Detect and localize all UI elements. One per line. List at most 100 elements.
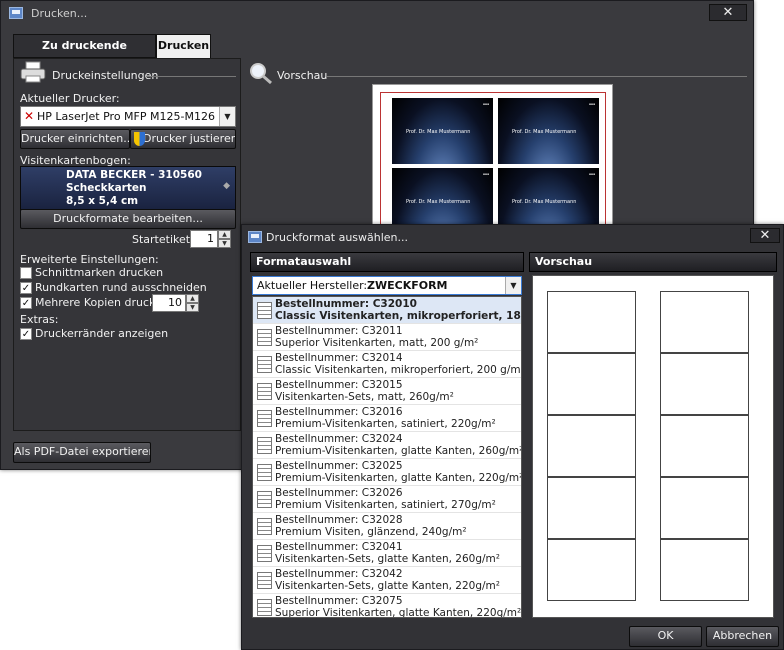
diamond-icon: ◆	[223, 181, 230, 191]
printer-cross-icon: ✕	[24, 109, 35, 123]
format-description: Classic Visitenkarten, mikroperforiert, …	[275, 310, 521, 322]
format-order-number: Bestellnummer: C32041	[275, 541, 403, 553]
format-description: Premium-Visitenkarten, glatte Kanten, 22…	[275, 472, 522, 484]
chevron-down-icon: ▼	[505, 277, 521, 294]
format-description: Premium-Visitenkarten, glatte Kanten, 26…	[275, 445, 522, 457]
close-button[interactable]: ✕	[709, 4, 747, 21]
format-list-item[interactable]: Bestellnummer: C32014 Classic Visitenkart…	[253, 351, 521, 378]
manufacturer-select[interactable]: Aktueller Hersteller: ZWECKFORM ▼	[252, 276, 522, 295]
preview-heading: Vorschau	[277, 69, 328, 82]
start-label-up[interactable]: ▲	[218, 230, 231, 239]
button-label: Drucker justieren...	[143, 132, 236, 145]
tab-cards-to-print[interactable]: Zu druckende Visitenkarten	[13, 34, 156, 74]
close-icon: ✕	[759, 228, 771, 243]
format-order-number: Bestellnummer: C32026	[275, 487, 403, 499]
cancel-button[interactable]: Abbrechen	[706, 626, 779, 647]
label-sheet-icon	[257, 437, 272, 454]
divider	[146, 76, 236, 77]
format-order-number: Bestellnummer: C32011	[275, 325, 403, 337]
format-list[interactable]: Bestellnummer: C32010 Classic Visitenkart…	[252, 296, 522, 618]
preview-card-slot	[660, 539, 749, 601]
sheet-line-3: 8,5 x 5,4 cm	[66, 195, 139, 207]
format-description: Premium-Visitenkarten, satiniert, 220g/m…	[275, 418, 496, 430]
label-sheet-icon	[257, 599, 272, 616]
export-pdf-button[interactable]: Als PDF-Datei exportieren...	[13, 442, 151, 463]
dialog-close-button[interactable]: ✕	[750, 228, 780, 243]
extras-heading: Extras:	[20, 313, 59, 326]
app-icon	[248, 231, 262, 243]
copies-value: 10	[168, 296, 182, 309]
format-list-item[interactable]: Bestellnummer: C32011 Superior Visitenkar…	[253, 324, 521, 351]
copies-input[interactable]: 10	[152, 294, 186, 312]
manufacturer-value: ZWECKFORM	[367, 279, 448, 292]
button-label: Abbrechen	[712, 629, 773, 642]
format-list-item[interactable]: Bestellnummer: C32024 Premium-Visitenkart…	[253, 432, 521, 459]
card-preview: Prof. Dr. Max Mustermann ▪▪▪	[497, 97, 600, 165]
sheet-selector[interactable]: DATA BECKER - 310560 Scheckkarten 8,5 x …	[20, 166, 236, 210]
label-sheet-icon	[257, 410, 272, 427]
cutmarks-checkbox[interactable]	[20, 267, 32, 279]
format-order-number: Bestellnummer: C32025	[275, 460, 403, 472]
preview-card-slot	[660, 477, 749, 539]
dialog-title: Druckformat auswählen...	[266, 231, 409, 244]
format-list-item[interactable]: Bestellnummer: C32010 Classic Visitenkart…	[253, 297, 521, 324]
preview-card-slot	[547, 539, 636, 601]
printer-adjust-button[interactable]: Drucker justieren...	[130, 129, 236, 149]
advanced-heading: Erweiterte Einstellungen:	[20, 253, 159, 266]
cutmarks-label: Schnittmarken drucken	[35, 266, 164, 279]
format-dialog: Druckformat auswählen... ✕ Formatauswahl…	[241, 224, 784, 650]
format-order-number: Bestellnummer: C32075	[275, 595, 403, 607]
tab-print[interactable]: Drucken	[156, 34, 211, 59]
preview-card-slot	[660, 291, 749, 353]
print-window-title: Drucken...	[31, 7, 88, 20]
sheet-line-1: DATA BECKER - 310560	[66, 169, 202, 181]
format-order-number: Bestellnummer: C32042	[275, 568, 403, 580]
label-sheet-icon	[257, 545, 272, 562]
format-list-item[interactable]: Bestellnummer: C32016 Premium-Visitenkart…	[253, 405, 521, 432]
ok-button[interactable]: OK	[629, 626, 702, 647]
settings-heading: Druckeinstellungen	[52, 69, 159, 82]
format-description: Premium Visiten, glänzend, 240g/m²	[275, 526, 467, 538]
format-description: Superior Visitenkarten, glatte Kanten, 2…	[275, 607, 522, 618]
tab-label: Drucken	[157, 39, 210, 52]
printer-select[interactable]: ✕ HP LaserJet Pro MFP M125-M126 P... ▼	[20, 106, 236, 127]
round-cards-label: Rundkarten rund ausschneiden	[35, 281, 207, 294]
printer-margins-checkbox[interactable]: ✓	[20, 328, 32, 340]
format-list-item[interactable]: Bestellnummer: C32028 Premium Visiten, gl…	[253, 513, 521, 540]
manufacturer-label: Aktueller Hersteller:	[257, 279, 368, 292]
sheet-line-2: Scheckkarten	[66, 182, 147, 194]
settings-panel: Druckeinstellungen Aktueller Drucker: ✕ …	[13, 58, 241, 431]
format-list-item[interactable]: Bestellnummer: C32025 Premium-Visitenkart…	[253, 459, 521, 486]
chevron-down-icon: ▼	[219, 107, 235, 126]
printer-value: HP LaserJet Pro MFP M125-M126 P...	[37, 110, 234, 123]
card-preview: Prof. Dr. Max Mustermann ▪▪▪	[391, 97, 494, 165]
format-order-number: Bestellnummer: C32024	[275, 433, 403, 445]
preview-sheet	[547, 291, 757, 603]
start-label-down[interactable]: ▼	[218, 239, 231, 248]
edit-formats-button[interactable]: Druckformate bearbeiten...	[20, 209, 236, 229]
format-list-item[interactable]: Bestellnummer: C32015 Visitenkarten-Sets,…	[253, 378, 521, 405]
format-list-item[interactable]: Bestellnummer: C32041 Visitenkarten-Sets,…	[253, 540, 521, 567]
start-label-input[interactable]: 1	[190, 230, 218, 248]
preview-card-slot	[547, 353, 636, 415]
format-list-item[interactable]: Bestellnummer: C32026 Premium Visitenkart…	[253, 486, 521, 513]
start-label-value: 1	[207, 232, 214, 245]
round-cards-checkbox[interactable]: ✓	[20, 282, 32, 294]
format-list-item[interactable]: Bestellnummer: C32042 Visitenkarten-Sets,…	[253, 567, 521, 594]
button-label: OK	[657, 629, 674, 642]
print-preview-page: Prof. Dr. Max Mustermann ▪▪▪ Prof. Dr. Ma…	[372, 84, 613, 244]
divider	[327, 76, 747, 77]
printer-setup-button[interactable]: Drucker einrichten...	[20, 129, 130, 149]
format-selection-heading: Formatauswahl	[250, 252, 524, 272]
format-items: Bestellnummer: C32010 Classic Visitenkart…	[253, 297, 522, 618]
preview-card-slot	[660, 353, 749, 415]
format-order-number: Bestellnummer: C32014	[275, 352, 403, 364]
label-sheet-icon	[257, 491, 272, 508]
format-list-item[interactable]: Bestellnummer: C32075 Superior Visitenkar…	[253, 594, 522, 618]
copies-up[interactable]: ▲	[186, 294, 199, 303]
format-description: Premium Visitenkarten, satiniert, 270g/m…	[275, 499, 496, 511]
label-sheet-icon	[257, 464, 272, 481]
multiple-copies-checkbox[interactable]: ✓	[20, 297, 32, 309]
label-sheet-icon	[257, 329, 272, 346]
copies-down[interactable]: ▼	[186, 303, 199, 312]
